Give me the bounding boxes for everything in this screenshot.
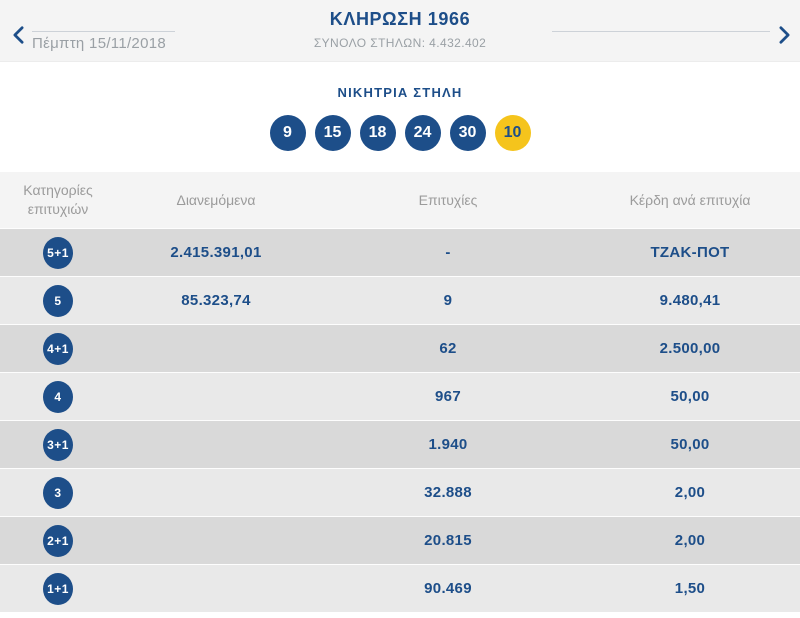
category-badge: 5 xyxy=(43,285,73,317)
winners-value: 90.469 xyxy=(316,580,580,597)
winning-numbers: 9 15 18 24 30 10 xyxy=(0,115,800,151)
table-row: 5+1 2.415.391,01 - ΤΖΑΚ-ΠΟΤ xyxy=(0,228,800,276)
winners-value: 967 xyxy=(316,388,580,405)
table-row: 1+1 90.469 1,50 xyxy=(0,564,800,612)
total-columns-label: ΣΥΝΟΛΟ ΣΤΗΛΩΝ: 4.432.402 xyxy=(200,36,600,50)
winning-number-ball: 15 xyxy=(315,115,351,151)
winnings-value: 1,50 xyxy=(580,580,800,597)
winners-value: 20.815 xyxy=(316,532,580,549)
winnings-value: 2.500,00 xyxy=(580,340,800,357)
right-divider xyxy=(552,31,770,32)
winning-column-section: ΝΙΚΗΤΡΙΑ ΣΤΗΛΗ 9 15 18 24 30 10 xyxy=(0,62,800,172)
table-row: 5 85.323,74 9 9.480,41 xyxy=(0,276,800,324)
next-draw-button[interactable] xyxy=(774,24,794,48)
category-badge: 5+1 xyxy=(43,237,73,269)
table-row: 3+1 1.940 50,00 xyxy=(0,420,800,468)
draw-header: Πέμπτη 15/11/2018 ΚΛΗΡΩΣΗ 1966 ΣΥΝΟΛΟ ΣΤ… xyxy=(0,0,800,62)
winners-value: 9 xyxy=(316,292,580,309)
category-badge: 4+1 xyxy=(43,333,73,365)
chevron-right-icon xyxy=(778,25,791,48)
joker-number-ball: 10 xyxy=(495,115,531,151)
chevron-left-icon xyxy=(12,25,25,48)
winning-number-ball: 9 xyxy=(270,115,306,151)
column-header-categories: Κατηγορίες επιτυχιών xyxy=(0,177,116,223)
winners-value: 62 xyxy=(316,340,580,357)
winners-value: 32.888 xyxy=(316,484,580,501)
table-row: 3 32.888 2,00 xyxy=(0,468,800,516)
column-header-distributed: Διανεμόμενα xyxy=(116,187,316,214)
previous-draw-button[interactable] xyxy=(8,24,28,48)
winning-number-ball: 30 xyxy=(450,115,486,151)
table-row: 2+1 20.815 2,00 xyxy=(0,516,800,564)
winnings-value: 2,00 xyxy=(580,484,800,501)
column-header-winners: Επιτυχίες xyxy=(316,187,580,214)
left-divider xyxy=(32,31,175,32)
winnings-value: 9.480,41 xyxy=(580,292,800,309)
prize-table-header: Κατηγορίες επιτυχιών Διανεμόμενα Επιτυχί… xyxy=(0,172,800,228)
category-badge: 4 xyxy=(43,381,73,413)
table-row: 4 967 50,00 xyxy=(0,372,800,420)
winnings-value: ΤΖΑΚ-ΠΟΤ xyxy=(580,244,800,261)
winnings-value: 50,00 xyxy=(580,388,800,405)
column-header-winnings: Κέρδη ανά επιτυχία xyxy=(580,187,800,214)
prize-table: Κατηγορίες επιτυχιών Διανεμόμενα Επιτυχί… xyxy=(0,172,800,612)
category-badge: 2+1 xyxy=(43,525,73,557)
winnings-value: 2,00 xyxy=(580,532,800,549)
category-badge: 3 xyxy=(43,477,73,509)
category-badge: 3+1 xyxy=(43,429,73,461)
winners-value: 1.940 xyxy=(316,436,580,453)
category-badge: 1+1 xyxy=(43,573,73,605)
winners-value: - xyxy=(316,244,580,261)
draw-date: Πέμπτη 15/11/2018 xyxy=(32,35,166,52)
winnings-value: 50,00 xyxy=(580,436,800,453)
distributed-value: 85.323,74 xyxy=(116,292,316,309)
winning-column-title: ΝΙΚΗΤΡΙΑ ΣΤΗΛΗ xyxy=(0,85,800,100)
draw-title: ΚΛΗΡΩΣΗ 1966 xyxy=(200,9,600,30)
table-row: 4+1 62 2.500,00 xyxy=(0,324,800,372)
distributed-value: 2.415.391,01 xyxy=(116,244,316,261)
winning-number-ball: 18 xyxy=(360,115,396,151)
winning-number-ball: 24 xyxy=(405,115,441,151)
